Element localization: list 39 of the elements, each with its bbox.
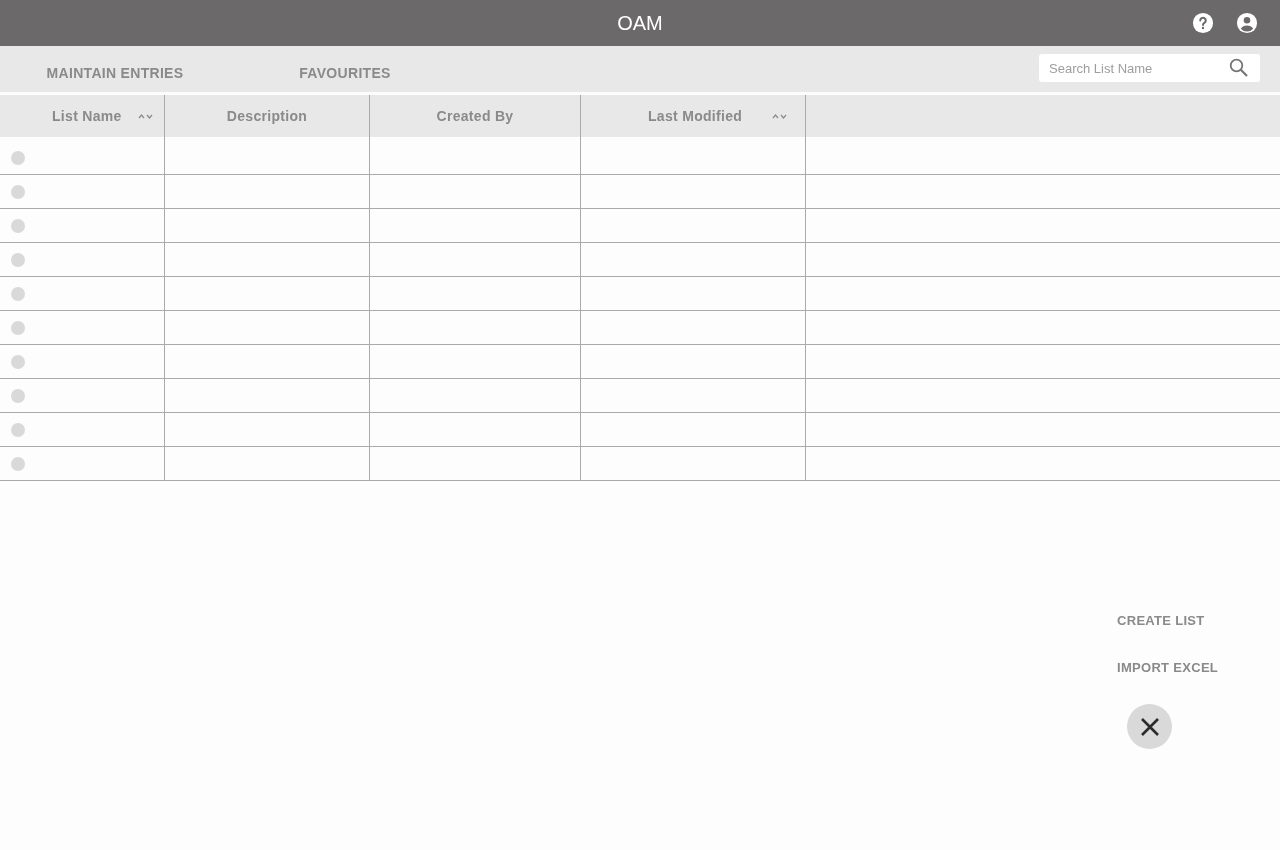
sort-icon[interactable]: [772, 112, 789, 120]
column-label: Description: [226, 106, 308, 126]
radio-button[interactable]: [11, 218, 25, 233]
table-row[interactable]: [0, 311, 1280, 345]
table-row[interactable]: [0, 379, 1280, 413]
radio-button[interactable]: [11, 422, 25, 437]
account-icon[interactable]: [1236, 12, 1258, 34]
close-button[interactable]: [1127, 704, 1172, 749]
search-field[interactable]: Search List Name: [1039, 54, 1260, 82]
radio-button[interactable]: [11, 456, 25, 471]
speed-dial-action[interactable]: IMPORT EXCEL: [1117, 658, 1219, 678]
table-row[interactable]: [0, 209, 1280, 243]
radio-button[interactable]: [11, 252, 25, 267]
table-row[interactable]: [0, 345, 1280, 379]
column-label: Last Modified: [648, 106, 743, 126]
table-row[interactable]: [0, 137, 1280, 175]
tab[interactable]: FAVOURITES: [230, 46, 460, 92]
column-header[interactable]: List Name: [0, 95, 165, 137]
column-header[interactable]: Last Modified: [581, 95, 806, 137]
radio-button[interactable]: [11, 286, 25, 301]
table-row[interactable]: [0, 277, 1280, 311]
radio-button[interactable]: [11, 150, 25, 165]
radio-button[interactable]: [11, 320, 25, 335]
tab[interactable]: MAINTAIN ENTRIES: [0, 46, 230, 92]
table-row[interactable]: [0, 175, 1280, 209]
search-icon[interactable]: [1229, 58, 1248, 77]
speed-dial-action[interactable]: CREATE LIST: [1117, 611, 1205, 631]
help-icon[interactable]: [1192, 12, 1214, 34]
radio-button[interactable]: [11, 184, 25, 199]
sort-icon[interactable]: [138, 112, 155, 120]
table-row[interactable]: [0, 447, 1280, 481]
column-label: Created By: [436, 106, 514, 126]
table-row[interactable]: [0, 243, 1280, 277]
app-title: OAM: [617, 11, 663, 36]
column-label: List Name: [52, 106, 122, 126]
radio-button[interactable]: [11, 388, 25, 403]
close-icon: [1140, 717, 1159, 736]
table-row[interactable]: [0, 413, 1280, 447]
radio-button[interactable]: [11, 354, 25, 369]
